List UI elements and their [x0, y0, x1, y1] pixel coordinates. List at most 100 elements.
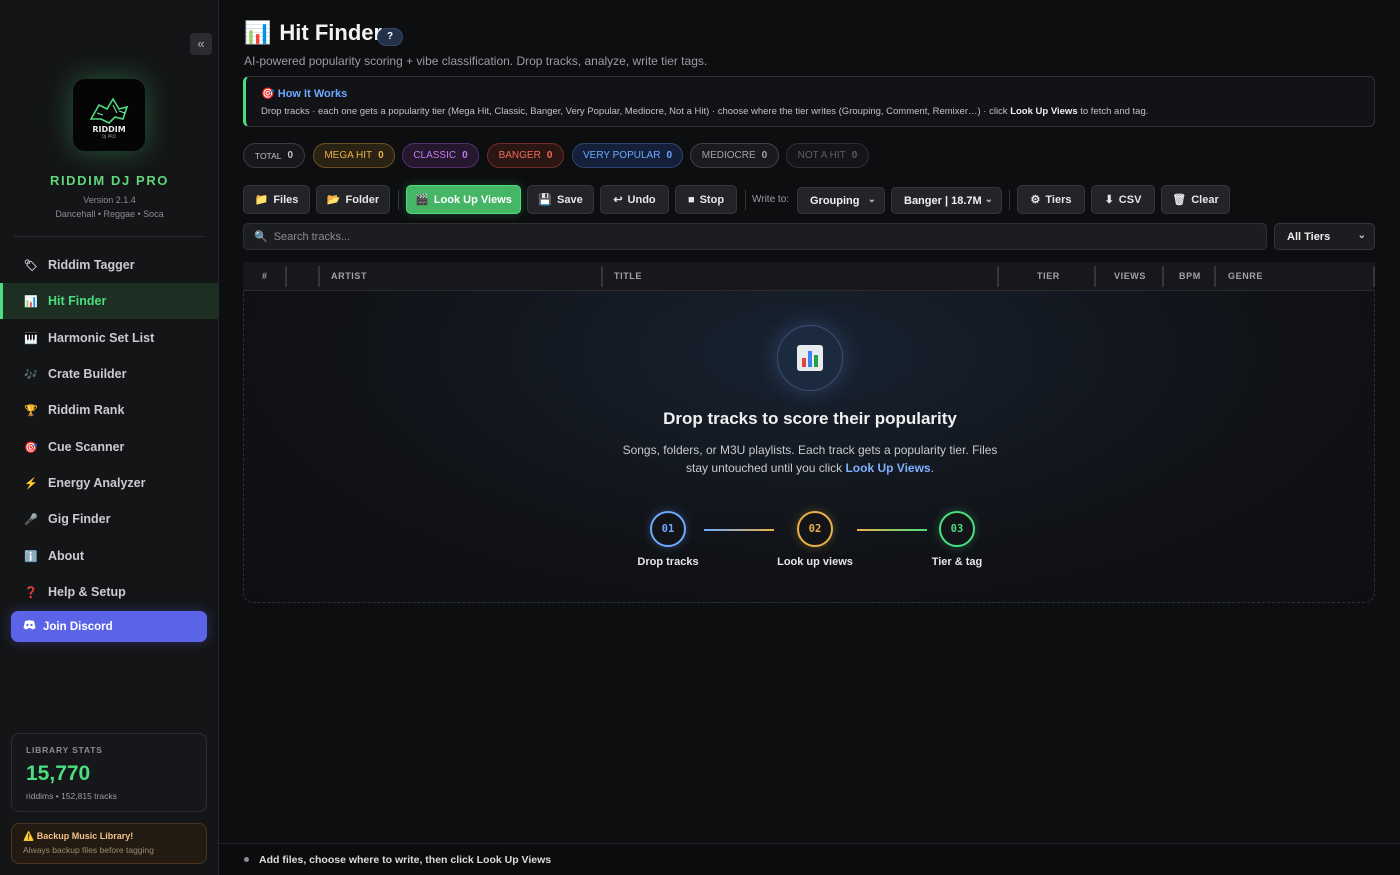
- step-2-label: Look up views: [777, 556, 853, 568]
- bar-chart-icon: 📊: [244, 20, 272, 45]
- collapse-sidebar-button[interactable]: «: [190, 33, 212, 55]
- look-up-views-button[interactable]: 🎬 Look Up Views: [406, 185, 521, 214]
- files-button[interactable]: 📁 Files: [243, 185, 310, 214]
- column-resize-handle[interactable]: [1214, 266, 1216, 287]
- folder-button[interactable]: 📂 Folder: [316, 185, 390, 214]
- tier-pill-count: 0: [287, 150, 294, 161]
- tier-pill-classic[interactable]: CLASSIC 0: [402, 143, 479, 168]
- toolbar-divider: [745, 190, 746, 210]
- stop-button[interactable]: ■ Stop: [675, 185, 737, 214]
- join-discord-button[interactable]: Join Discord: [11, 611, 207, 642]
- page-subtitle: AI-powered popularity scoring + vibe cla…: [244, 54, 708, 68]
- tier-pill-label: MEDIOCRE: [701, 150, 756, 161]
- tier-pill-banger[interactable]: BANGER 0: [487, 143, 564, 168]
- chevron-down-icon: ⌄: [1357, 230, 1366, 241]
- sidebar-item-riddim-rank[interactable]: 🏆 Riddim Rank: [0, 392, 218, 428]
- column-header-bpm[interactable]: BPM: [1179, 262, 1201, 291]
- tier-pill-total[interactable]: TOTAL 0: [243, 143, 305, 168]
- save-button-label: Save: [557, 193, 583, 206]
- sidebar-item-label: Help & Setup: [48, 585, 126, 599]
- tier-pill-mega-hit[interactable]: MEGA HIT 0: [313, 143, 395, 168]
- help-button[interactable]: ?: [377, 28, 403, 46]
- tag-format-value: Banger | 18.7M: [904, 194, 982, 207]
- toolbar-divider: [398, 190, 399, 210]
- status-bar: Add files, choose where to write, then c…: [219, 843, 1400, 875]
- chevron-down-icon: ⌄: [867, 194, 876, 205]
- look-up-views-link[interactable]: Look Up Views: [845, 461, 930, 475]
- column-resize-handle[interactable]: [1094, 266, 1096, 287]
- sidebar-item-hit-finder[interactable]: 📊 Hit Finder: [0, 283, 218, 319]
- app-logo: RIDDIM DJ PRO: [73, 79, 145, 151]
- tag-format-select[interactable]: Banger | 18.7M ⌄: [891, 187, 1002, 214]
- tiers-button[interactable]: ⚙ Tiers: [1017, 185, 1085, 214]
- app-version: Version 2.1.4: [83, 195, 136, 205]
- save-button[interactable]: 💾 Save: [527, 185, 594, 214]
- question-icon: ❓: [24, 586, 38, 599]
- undo-button[interactable]: ↩ Undo: [600, 185, 669, 214]
- column-resize-handle[interactable]: [318, 266, 320, 287]
- library-stats-number: 15,770: [26, 762, 91, 785]
- library-stats-label: LIBRARY STATS: [26, 745, 103, 755]
- column-header-number[interactable]: #: [262, 262, 268, 291]
- column-header-artist[interactable]: ARTIST: [331, 262, 367, 291]
- tier-pill-count: 0: [546, 150, 553, 161]
- clapperboard-icon: 🎬: [415, 194, 429, 206]
- tier-pill-not-a-hit[interactable]: NOT A HIT 0: [786, 143, 869, 168]
- download-icon: ⬇: [1104, 194, 1114, 206]
- files-button-label: Files: [273, 193, 299, 206]
- write-to-value: Grouping: [810, 194, 860, 207]
- toolbar-divider: [1009, 190, 1010, 210]
- tier-pill-count: 0: [462, 150, 468, 161]
- backup-warning-card: ⚠️ Backup Music Library! Always backup f…: [11, 823, 207, 864]
- sidebar-item-gig-finder[interactable]: 🎤 Gig Finder: [0, 501, 218, 537]
- sidebar-item-label: Cue Scanner: [48, 440, 125, 454]
- tier-pill-mediocre[interactable]: MEDIOCRE 0: [690, 143, 779, 168]
- file-icon: 📁: [254, 194, 269, 206]
- column-header-genre[interactable]: GENRE: [1228, 262, 1263, 291]
- sidebar-item-about[interactable]: ℹ️ About: [0, 538, 218, 574]
- sidebar-item-label: Riddim Rank: [48, 403, 125, 417]
- track-table-header: # ARTIST TITLE TIER VIEWS BPM GENRE: [243, 262, 1375, 291]
- column-resize-handle[interactable]: [285, 266, 287, 287]
- step-2-badge: 02: [797, 511, 833, 547]
- sidebar-item-riddim-tagger[interactable]: 🏷 Riddim Tagger: [0, 247, 218, 283]
- sidebar-item-harmonic-set-list[interactable]: 🎹 Harmonic Set List: [0, 320, 218, 356]
- clear-button-label: Clear: [1191, 193, 1219, 206]
- tier-filter-select[interactable]: All Tiers ⌄: [1274, 223, 1375, 250]
- tier-pill-label: BANGER: [498, 150, 541, 161]
- search-icon: 🔍: [254, 231, 268, 243]
- sidebar-item-label: Energy Analyzer: [48, 476, 146, 490]
- tier-pill-very-popular[interactable]: VERY POPULAR 0: [572, 143, 683, 168]
- status-text: Add files, choose where to write, then c…: [259, 853, 552, 866]
- empty-desc-part: .: [930, 461, 934, 475]
- app-genres: Dancehall • Reggae • Soca: [55, 209, 164, 219]
- column-resize-handle[interactable]: [997, 266, 999, 287]
- sidebar-item-crate-builder[interactable]: 🎶 Crate Builder: [0, 356, 218, 392]
- column-header-views[interactable]: VIEWS: [1114, 262, 1146, 291]
- column-header-tier[interactable]: TIER: [1037, 262, 1060, 291]
- clear-button[interactable]: 🗑 Clear: [1161, 185, 1230, 214]
- column-header-title[interactable]: TITLE: [614, 262, 642, 291]
- column-resize-handle[interactable]: [1373, 266, 1375, 287]
- csv-button[interactable]: ⬇ CSV: [1091, 185, 1155, 214]
- bar-chart-icon: 📊: [24, 295, 38, 308]
- sidebar-item-energy-analyzer[interactable]: ⚡ Energy Analyzer: [0, 465, 218, 501]
- column-resize-handle[interactable]: [601, 266, 603, 287]
- search-placeholder: Search tracks...: [273, 230, 351, 243]
- search-input[interactable]: 🔍 Search tracks...: [243, 223, 1267, 250]
- save-icon: 💾: [538, 194, 552, 206]
- column-resize-handle[interactable]: [1162, 266, 1164, 287]
- join-discord-label: Join Discord: [43, 620, 113, 633]
- sidebar: « RIDDIM DJ PRO RIDDIM DJ PRO Version 2.…: [0, 0, 219, 875]
- write-to-select[interactable]: Grouping ⌄: [797, 187, 885, 214]
- sidebar-item-cue-scanner[interactable]: 🎯 Cue Scanner: [0, 429, 218, 465]
- sidebar-item-help-setup[interactable]: ❓ Help & Setup: [0, 574, 218, 610]
- discord-icon: [23, 620, 43, 633]
- step-1-badge: 01: [650, 511, 686, 547]
- piano-icon: 🎹: [24, 332, 38, 345]
- empty-state-description: Songs, folders, or M3U playlists. Each t…: [610, 441, 1010, 477]
- music-notes-icon: 🎶: [24, 368, 38, 381]
- gear-icon: ⚙: [1030, 194, 1041, 206]
- drop-zone[interactable]: Drop tracks to score their popularity So…: [243, 291, 1375, 603]
- how-it-works-title: 🎯 How It Works: [261, 87, 1359, 100]
